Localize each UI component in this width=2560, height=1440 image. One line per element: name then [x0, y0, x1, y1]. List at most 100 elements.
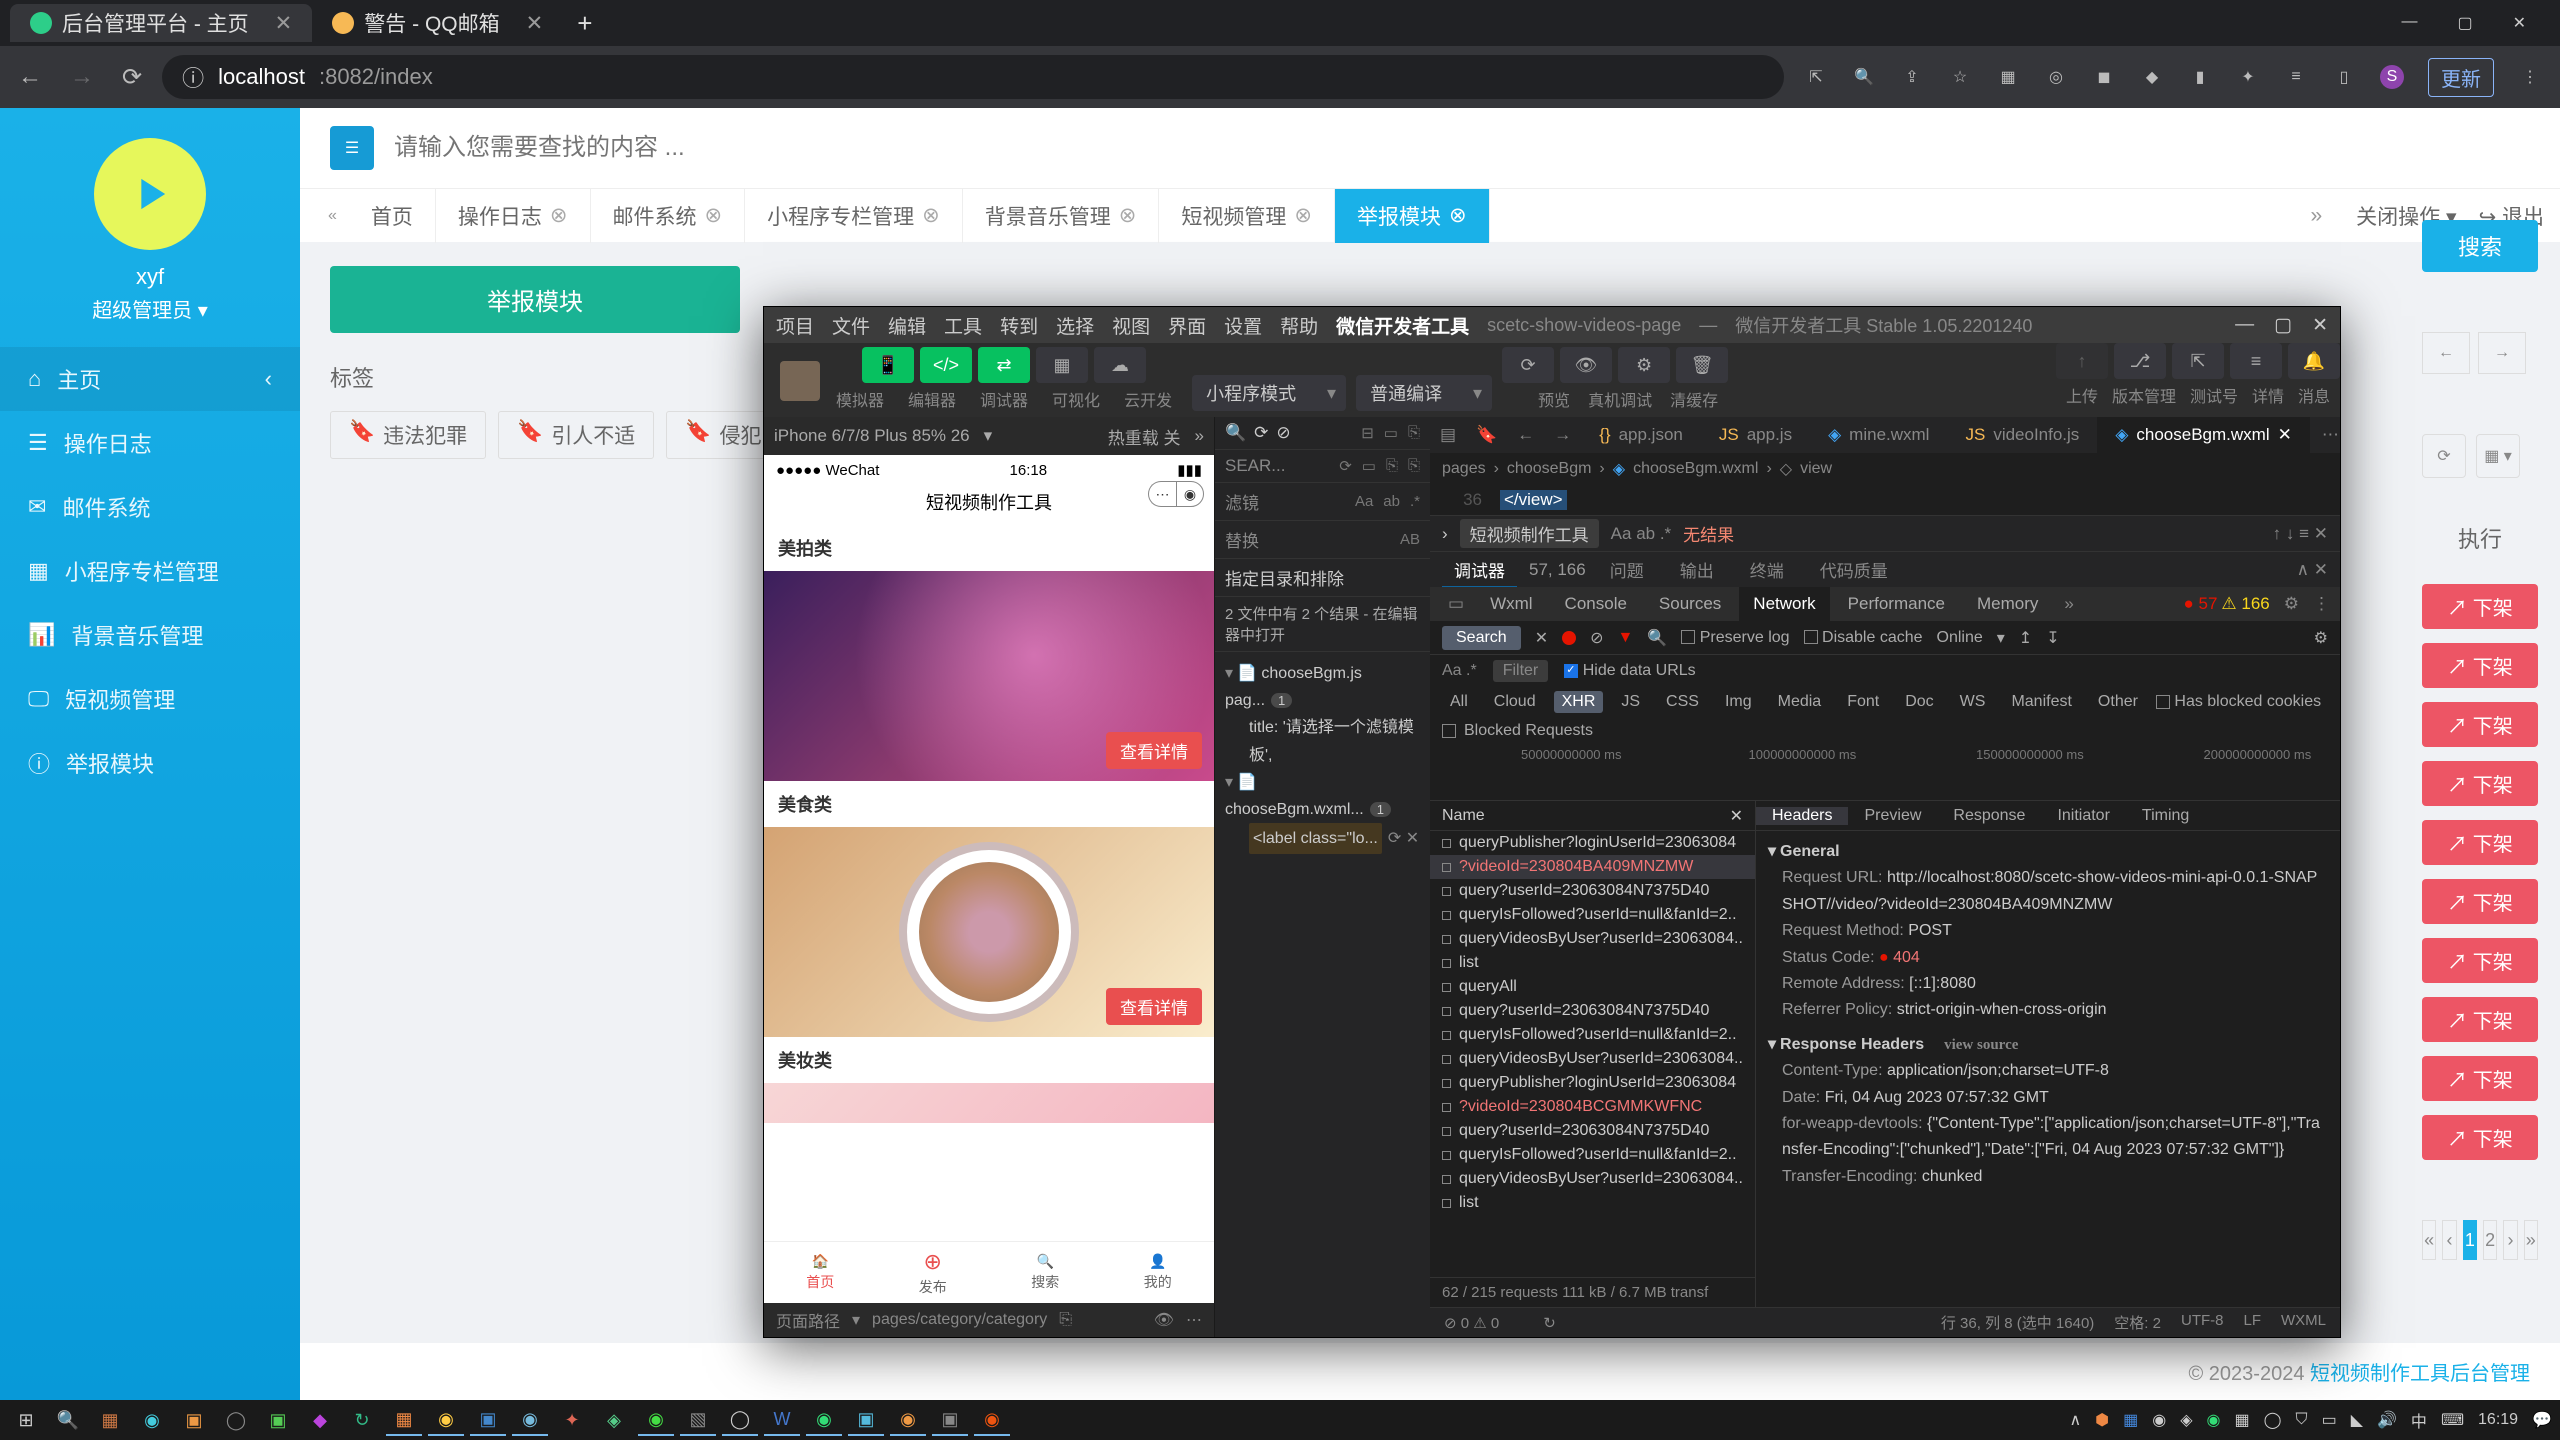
network-request-row[interactable]: queryIsFollowed?userId=null&fanId=2..: [1430, 1023, 1755, 1047]
clear-icon[interactable]: ⊘: [1590, 628, 1603, 648]
tray-icon[interactable]: ⬢: [2095, 1410, 2109, 1430]
search-icon[interactable]: 🔍: [50, 1404, 86, 1436]
net-type-filter[interactable]: All: [1442, 691, 1476, 713]
close-icon[interactable]: ✕: [2312, 314, 2328, 337]
tree-match[interactable]: <label class="lo...⟳ ✕: [1225, 823, 1420, 854]
page-2[interactable]: 2: [2483, 1220, 2497, 1260]
lang-label[interactable]: WXML: [2281, 1312, 2326, 1333]
console-tab-network[interactable]: Network: [1739, 587, 1829, 621]
menu-goto[interactable]: 转到: [1000, 312, 1038, 339]
console-tab[interactable]: Wxml: [1476, 587, 1546, 621]
search-input[interactable]: [394, 134, 2530, 162]
menu-interface[interactable]: 界面: [1168, 312, 1206, 339]
keyboard-icon[interactable]: ⌨: [2441, 1410, 2464, 1430]
simulator-button[interactable]: 📱: [862, 347, 914, 383]
reload-icon[interactable]: ⟳: [122, 63, 142, 92]
version-button[interactable]: ⎇: [2114, 343, 2166, 379]
console-tab[interactable]: Sources: [1645, 587, 1735, 621]
problems-indicator[interactable]: ⊘ 0 ⚠ 0: [1444, 1314, 1499, 1332]
close-icon[interactable]: ✕: [2513, 13, 2526, 33]
tab-report[interactable]: 举报模块⊗: [1335, 189, 1490, 243]
task-app[interactable]: W: [764, 1404, 800, 1436]
gear-icon[interactable]: ⚙: [2314, 628, 2328, 648]
clear-icon[interactable]: ⊘: [1276, 423, 1290, 443]
list-icon[interactable]: ≡: [2284, 65, 2308, 89]
forward-icon[interactable]: →: [70, 63, 94, 92]
tray-icon[interactable]: ⛉: [2296, 1411, 2308, 1429]
detail-tab-headers[interactable]: Headers: [1756, 807, 1848, 825]
tree-file[interactable]: ▾📄 chooseBgm.wxml...1: [1225, 769, 1420, 823]
tree-match[interactable]: title: '请选择一个滤镜模板',: [1225, 714, 1420, 768]
upload-button[interactable]: ↑: [2056, 343, 2108, 379]
sidebar-item-video[interactable]: 🖵短视频管理: [0, 667, 300, 731]
compile-select[interactable]: 普通编译: [1356, 375, 1492, 411]
download-icon[interactable]: ↧: [2046, 628, 2059, 648]
close-icon[interactable]: ✕: [526, 11, 544, 36]
net-type-filter[interactable]: Img: [1717, 691, 1760, 713]
offline-button[interactable]: ↗ 下架: [2422, 938, 2538, 983]
report-module-button[interactable]: 举报模块: [330, 266, 740, 333]
task-app[interactable]: ▣: [932, 1404, 968, 1436]
network-request-row[interactable]: queryVideosByUser?userId=23063084..: [1430, 1047, 1755, 1071]
menu-select[interactable]: 选择: [1056, 312, 1094, 339]
phone-simulator[interactable]: ●●●●● WeChat 16:18 ▮▮▮ 短视频制作工具 ⋯◉ 美拍类 查看…: [764, 455, 1214, 1303]
network-request-row[interactable]: queryIsFollowed?userId=null&fanId=2..: [1430, 1143, 1755, 1167]
close-icon[interactable]: ⊗: [1449, 203, 1467, 228]
close-icon[interactable]: ✕: [1535, 628, 1548, 648]
maximize-icon[interactable]: ▢: [2457, 13, 2472, 33]
gear-icon[interactable]: ⚙: [2274, 594, 2309, 614]
minimize-icon[interactable]: —: [2235, 314, 2254, 337]
newfile-icon[interactable]: ▭: [1384, 424, 1398, 442]
tabbar-search[interactable]: 🔍搜索: [989, 1242, 1102, 1303]
tag-item[interactable]: 🔖 引人不适: [498, 411, 654, 459]
sidebar-item-home[interactable]: ⌂主页‹: [0, 347, 300, 411]
file-tab[interactable]: JS videoInfo.js: [1947, 417, 2097, 453]
menu-project[interactable]: 项目: [776, 312, 814, 339]
tree-file[interactable]: ▾📄 chooseBgm.js pag...1: [1225, 660, 1420, 714]
page-prev[interactable]: ‹: [2442, 1220, 2456, 1260]
forward-icon[interactable]: →: [1544, 425, 1581, 445]
refresh-icon[interactable]: ⟳: [2422, 434, 2466, 478]
ext5-icon[interactable]: ▮: [2188, 65, 2212, 89]
net-type-filter[interactable]: Cloud: [1486, 691, 1544, 713]
editor-button[interactable]: </>: [920, 347, 972, 383]
task-app[interactable]: ◯: [218, 1404, 254, 1436]
menu-file[interactable]: 文件: [832, 312, 870, 339]
browser-tab-1[interactable]: 警告 - QQ邮箱 ✕: [312, 4, 563, 42]
menu-wdt[interactable]: 微信开发者工具: [1336, 312, 1469, 339]
back-icon[interactable]: ←: [18, 63, 42, 92]
detail-button[interactable]: ≡: [2230, 343, 2282, 379]
visual-button[interactable]: ▦: [1036, 347, 1088, 383]
task-app[interactable]: ▧: [680, 1404, 716, 1436]
console-tab[interactable]: Performance: [1834, 587, 1959, 621]
throttle-select[interactable]: Online: [1937, 629, 1983, 647]
icon[interactable]: ⎘: [1386, 457, 1398, 475]
encoding-label[interactable]: UTF-8: [2181, 1312, 2224, 1333]
category-image[interactable]: 查看详情: [764, 827, 1214, 1037]
ext4-icon[interactable]: ◆: [2140, 65, 2164, 89]
close-icon[interactable]: ⊗: [1119, 203, 1137, 228]
task-app[interactable]: ▦: [386, 1404, 422, 1436]
test-button[interactable]: ⇱: [2172, 343, 2224, 379]
task-app[interactable]: ↻: [344, 1404, 380, 1436]
offline-button[interactable]: ↗ 下架: [2422, 584, 2538, 629]
menu-settings[interactable]: 设置: [1224, 312, 1262, 339]
sidebar-item-miniapp[interactable]: ▦小程序专栏管理: [0, 539, 300, 603]
console-tab[interactable]: Console: [1551, 587, 1641, 621]
network-request-row[interactable]: query?userId=23063084N7375D40: [1430, 1119, 1755, 1143]
blocked-cookies-checkbox[interactable]: Has blocked cookies: [2156, 693, 2321, 711]
inspect-icon[interactable]: ▭: [1440, 594, 1472, 614]
icon[interactable]: ⎘: [1408, 457, 1420, 475]
bottom-tab[interactable]: 输出: [1668, 553, 1726, 586]
offline-button[interactable]: ↗ 下架: [2422, 820, 2538, 865]
task-app[interactable]: ◉: [806, 1404, 842, 1436]
prev-button[interactable]: ←: [2422, 332, 2470, 374]
task-app[interactable]: ▣: [470, 1404, 506, 1436]
detail-tab[interactable]: Initiator: [2041, 807, 2125, 825]
preserve-log-checkbox[interactable]: [1681, 630, 1695, 644]
net-type-filter[interactable]: XHR: [1554, 691, 1604, 713]
headers-content[interactable]: ▾ General Request URLhttp://localhost:80…: [1756, 831, 2340, 1307]
offline-button[interactable]: ↗ 下架: [2422, 702, 2538, 747]
task-app[interactable]: ◉: [512, 1404, 548, 1436]
task-app[interactable]: ◉: [428, 1404, 464, 1436]
